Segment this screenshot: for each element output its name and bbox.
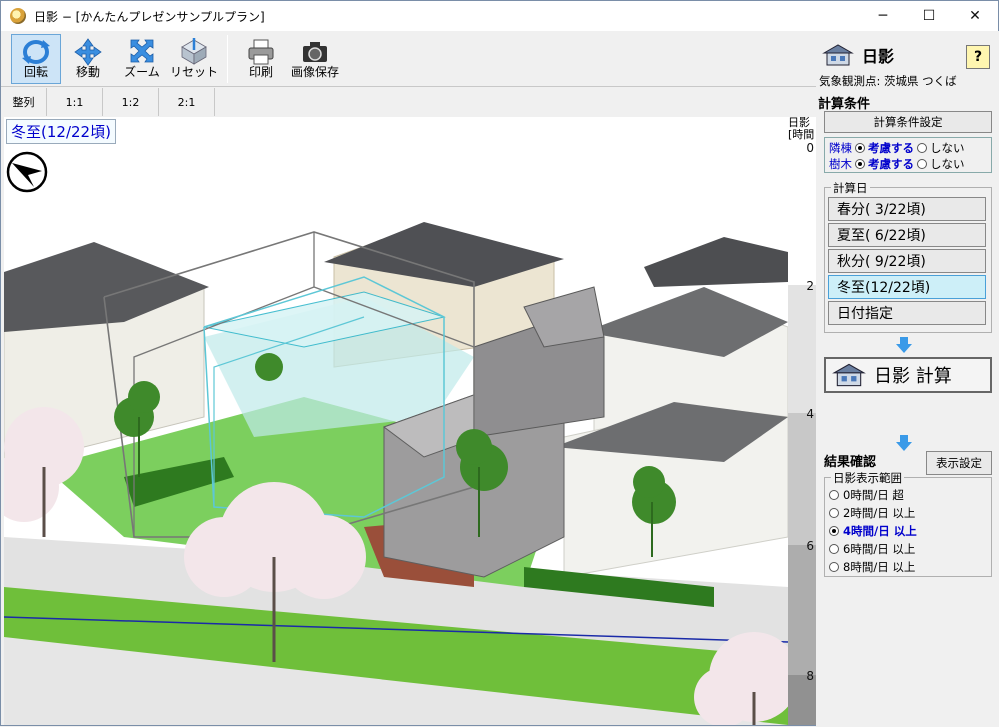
scale-tick: 6 — [806, 539, 814, 553]
close-button[interactable]: ✕ — [952, 1, 998, 31]
range-radio[interactable] — [829, 562, 839, 572]
range-label: 6時間/日 以上 — [843, 542, 916, 556]
minimize-button[interactable]: ─ — [860, 1, 906, 31]
calc-conditions-heading: 計算条件 — [818, 97, 871, 112]
house-icon — [832, 363, 866, 387]
range-radio[interactable] — [829, 490, 839, 500]
ratio-1-1-button[interactable]: 1:1 — [47, 88, 103, 116]
move-button[interactable]: 移動 — [64, 34, 112, 84]
result-heading: 結果確認 — [824, 455, 877, 470]
range-radio[interactable] — [829, 544, 839, 554]
toolbar-separator — [227, 35, 228, 83]
arrow-down-icon — [896, 337, 912, 353]
arrow-down-icon — [896, 435, 912, 451]
panel-header: 日影 — [822, 43, 894, 67]
3d-viewport[interactable]: 冬至(12/22頃) — [4, 117, 788, 725]
neighbor-row: 隣棟 考慮する しない — [829, 140, 987, 156]
shadow-range-group: 日影表示範囲 0時間/日 超 2時間/日 以上 4時間/日 以上 6時間/日 以… — [824, 470, 992, 577]
house-scene — [4, 117, 788, 725]
scale-band-4 — [788, 413, 816, 545]
range-option[interactable]: 2時間/日 以上 — [829, 504, 917, 522]
ratio-2-1-button[interactable]: 2:1 — [159, 88, 215, 116]
title-bar: 日影 − [かんたんプレゼンサンプルプラン] ─ ☐ ✕ — [1, 1, 998, 31]
range-radio[interactable] — [829, 526, 839, 536]
maximize-button[interactable]: ☐ — [906, 1, 952, 31]
scale-header: 日影 [時間 — [788, 116, 815, 141]
date-autumn-equinox[interactable]: 秋分( 9/22頃) — [828, 249, 986, 273]
print-button[interactable]: 印刷 — [237, 34, 285, 84]
house-icon — [822, 44, 854, 66]
zoom-icon — [130, 39, 154, 63]
trees-row: 樹木 考慮する しない — [829, 156, 987, 172]
range-label: 0時間/日 超 — [843, 488, 904, 502]
display-settings-button[interactable]: 表示設定 — [926, 451, 992, 475]
neighbor-consider-label: 考慮する — [868, 141, 914, 155]
shadow-hours-scale: 日影 [時間 0 2 4 6 8 — [788, 117, 816, 725]
range-option[interactable]: 0時間/日 超 — [829, 486, 917, 504]
season-label: 冬至(12/22頃) — [6, 119, 116, 144]
reset-icon — [181, 38, 207, 65]
shadow-range-options: 0時間/日 超 2時間/日 以上 4時間/日 以上 6時間/日 以上 8時間/日… — [829, 486, 917, 576]
window-title: 日影 − [かんたんプレゼンサンプルプラン] — [34, 9, 265, 24]
scale-tick: 2 — [806, 279, 814, 293]
trees-consider-label: 考慮する — [868, 157, 914, 171]
date-spring-equinox[interactable]: 春分( 3/22頃) — [828, 197, 986, 221]
shadow-calc-label: 日影 計算 — [874, 366, 952, 387]
shadow-range-legend: 日影表示範囲 — [831, 470, 904, 486]
range-option[interactable]: 4時間/日 以上 — [829, 522, 917, 540]
date-winter-solstice[interactable]: 冬至(12/22頃) — [828, 275, 986, 299]
scale-band-2 — [788, 285, 816, 413]
view-bar: 整列 1:1 1:2 2:1 — [1, 88, 816, 116]
trees-not-label: しない — [930, 157, 965, 171]
calc-date-legend: 計算日 — [831, 180, 870, 196]
sun-shadow-panel: 日影 ? 気象観測点: 茨城県 つくば 計算条件 計算条件設定 隣棟 考慮する … — [816, 31, 999, 727]
toolbar: 回転 移動 ズーム リセット 印刷 画像保存 — [1, 31, 816, 87]
date-custom[interactable]: 日付指定 — [828, 301, 986, 325]
range-option[interactable]: 8時間/日 以上 — [829, 558, 917, 576]
save-image-button[interactable]: 画像保存 — [289, 34, 341, 84]
range-label: 2時間/日 以上 — [843, 506, 916, 520]
range-radio[interactable] — [829, 508, 839, 518]
trees-label: 樹木 — [829, 157, 852, 171]
scale-tick: 0 — [806, 141, 814, 155]
trees-consider-radio[interactable] — [855, 159, 865, 169]
neighbor-not-label: しない — [930, 141, 965, 155]
panel-title: 日影 — [862, 47, 895, 66]
shadow-calc-button[interactable]: 日影 計算 — [824, 357, 992, 393]
app-icon — [10, 8, 26, 24]
north-arrow-icon — [6, 151, 48, 193]
scale-tick: 8 — [806, 669, 814, 683]
printer-icon — [248, 39, 274, 65]
align-button[interactable]: 整列 — [1, 88, 47, 116]
neighbor-consider-radio[interactable] — [855, 143, 865, 153]
camera-icon — [303, 42, 327, 62]
scale-tick: 4 — [806, 407, 814, 421]
range-label: 8時間/日 以上 — [843, 560, 916, 574]
zoom-button[interactable]: ズーム — [117, 34, 167, 84]
weather-station: 気象観測点: 茨城県 つくば — [819, 74, 957, 88]
ratio-1-2-button[interactable]: 1:2 — [103, 88, 159, 116]
neighbor-not-radio[interactable] — [917, 143, 927, 153]
calc-conditions-button[interactable]: 計算条件設定 — [824, 111, 992, 133]
date-summer-solstice[interactable]: 夏至( 6/22頃) — [828, 223, 986, 247]
trees-not-radio[interactable] — [917, 159, 927, 169]
reset-button[interactable]: リセット — [169, 34, 219, 84]
neighbor-label: 隣棟 — [829, 141, 852, 155]
move-icon — [74, 38, 102, 66]
window-controls: ─ ☐ ✕ — [860, 1, 998, 31]
help-button[interactable]: ? — [966, 45, 990, 69]
range-label: 4時間/日 以上 — [843, 524, 917, 538]
rotate-button[interactable]: 回転 — [11, 34, 61, 84]
rotate-icon — [22, 40, 50, 64]
range-option[interactable]: 6時間/日 以上 — [829, 540, 917, 558]
consider-options: 隣棟 考慮する しない 樹木 考慮する しない — [824, 137, 992, 173]
app-window: 日影 − [かんたんプレゼンサンプルプラン] ─ ☐ ✕ 回転 移動 ズーム リ… — [0, 0, 999, 727]
scale-band-6 — [788, 545, 816, 675]
